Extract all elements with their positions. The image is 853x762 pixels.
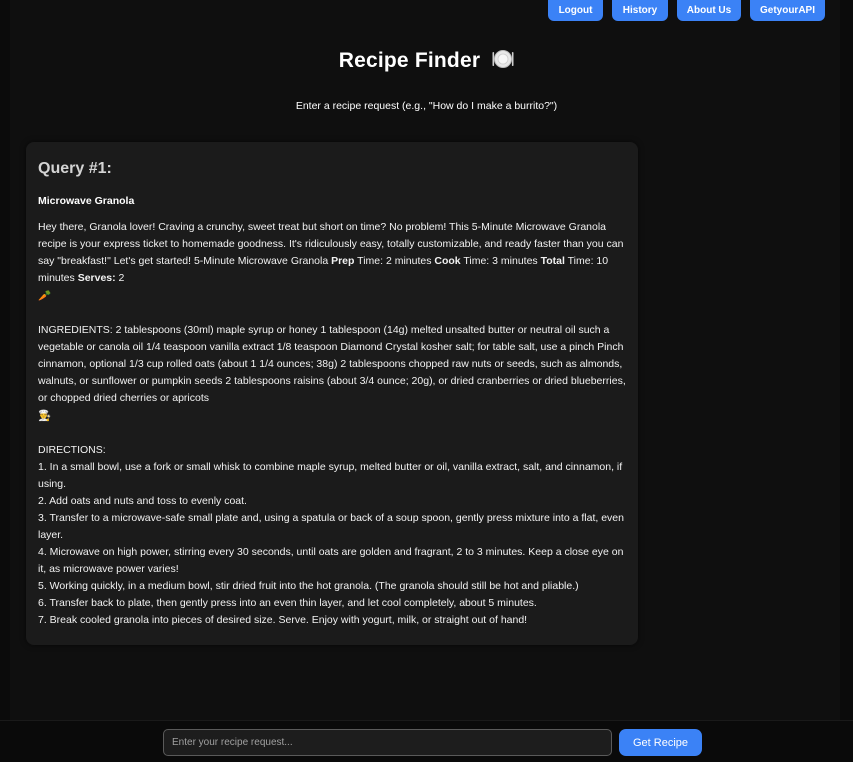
get-recipe-button[interactable]: Get Recipe	[619, 729, 702, 756]
directions-label: DIRECTIONS:	[38, 444, 106, 456]
recipe-request-input[interactable]	[163, 729, 612, 756]
directions-list: 1. In a small bowl, use a fork or small …	[38, 459, 626, 629]
subtitle: Enter a recipe request (e.g., "How do I …	[295, 100, 558, 112]
query-heading: Query #1:	[38, 160, 112, 177]
direction-step: 4. Microwave on high power, stirring eve…	[38, 546, 624, 575]
direction-step: 5. Working quickly, in a medium bowl, st…	[38, 580, 579, 592]
page-title: Recipe Finder	[0, 48, 853, 73]
direction-step: 1. In a small bowl, use a fork or small …	[38, 461, 623, 490]
direction-step: 2. Add oats and nuts and toss to evenly …	[38, 495, 247, 507]
serves-value: 2	[115, 272, 125, 284]
plate-icon	[492, 50, 514, 68]
bottom-input-bar: Get Recipe	[0, 720, 853, 762]
ingredients-text: INGREDIENTS: 2 tablespoons (30ml) maple …	[38, 324, 626, 404]
history-button[interactable]: History	[612, 0, 668, 21]
direction-step: 3. Transfer to a microwave-safe small pl…	[38, 512, 624, 541]
get-your-api-button[interactable]: GetyourAPI	[750, 0, 825, 21]
total-label: Total	[540, 255, 565, 267]
result-card: Query #1: Microwave Granola Hey there, G…	[26, 142, 638, 645]
top-nav: Logout History About Us GetyourAPI	[548, 0, 825, 21]
cook-value: Time: 3 minutes	[460, 255, 541, 267]
serves-label: Serves:	[77, 272, 116, 284]
page-title-text: Recipe Finder	[338, 49, 481, 72]
recipe-name: Microwave Granola	[38, 195, 135, 207]
about-us-button[interactable]: About Us	[677, 0, 741, 21]
cook-label: Cook	[434, 255, 461, 267]
recipe-intro: Hey there, Granola lover! Craving a crun…	[38, 219, 626, 287]
prep-label: Prep	[331, 255, 355, 267]
logout-button[interactable]: Logout	[548, 0, 603, 21]
prep-value: Time: 2 minutes	[354, 255, 435, 267]
direction-step: 7. Break cooled granola into pieces of d…	[38, 614, 528, 626]
chef-icon: 👨‍🍳	[38, 410, 52, 422]
carrot-icon: 🥕	[38, 290, 52, 302]
direction-step: 6. Transfer back to plate, then gently p…	[38, 597, 537, 609]
